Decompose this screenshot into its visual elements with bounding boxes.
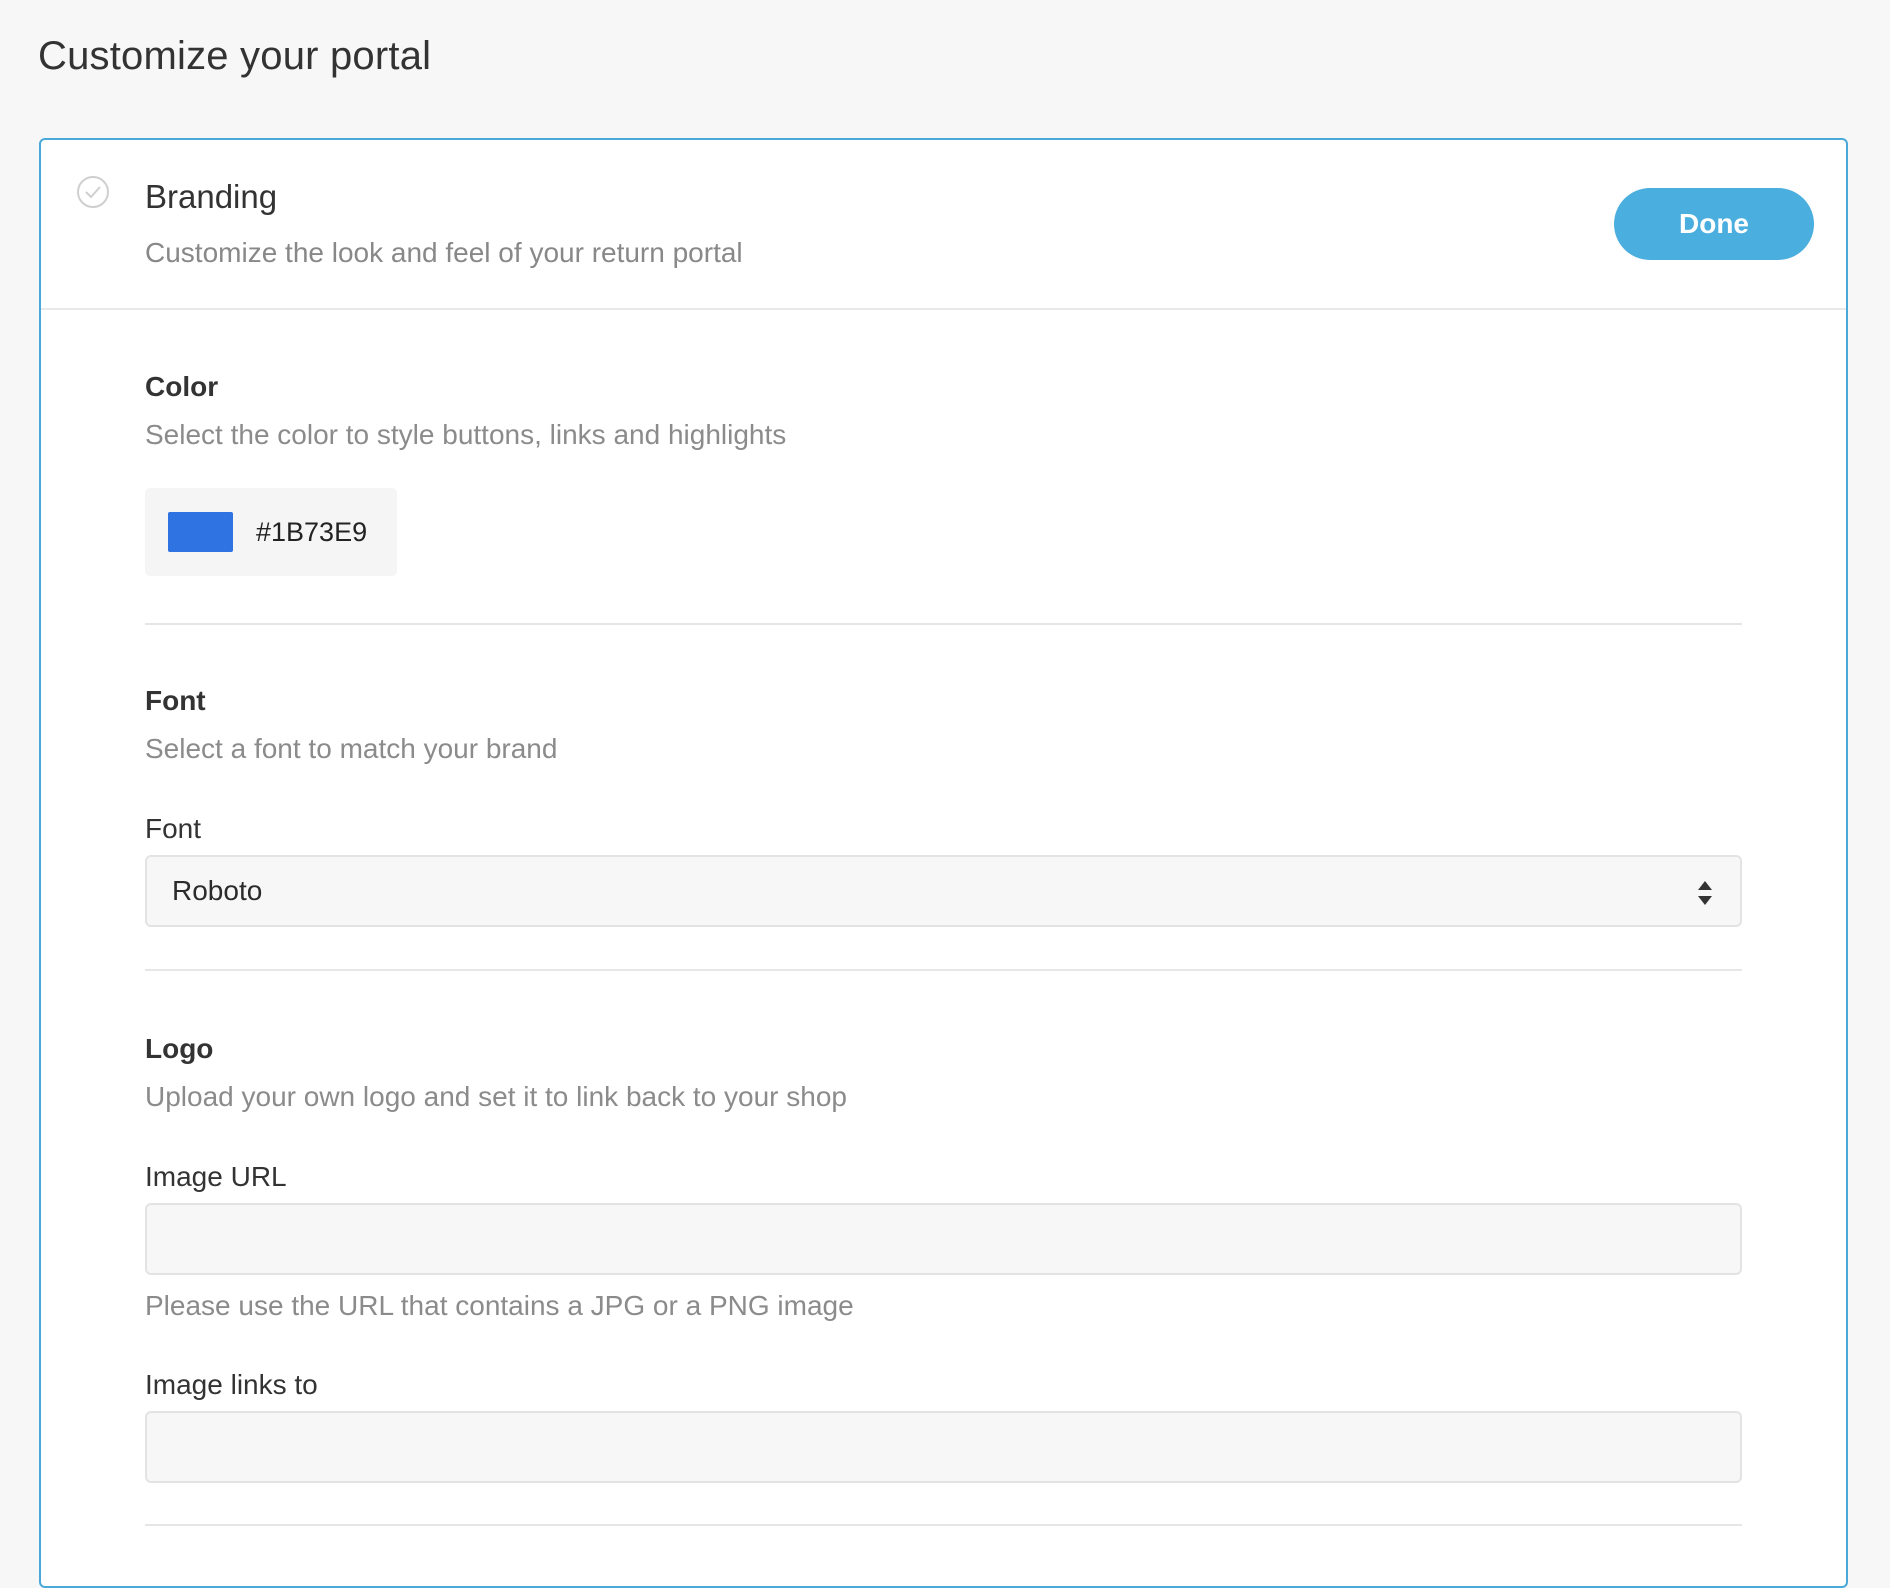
card-body: Color Select the color to style buttons,… [41, 310, 1846, 1526]
color-section: Color Select the color to style buttons,… [145, 310, 1742, 625]
branding-card: Branding Customize the look and feel of … [39, 138, 1848, 1588]
logo-section-title: Logo [145, 1033, 214, 1064]
color-picker[interactable]: #1B73E9 [145, 488, 397, 576]
image-url-label: Image URL [145, 1161, 287, 1192]
color-swatch[interactable] [168, 512, 233, 552]
image-url-help-text: Please use the URL that contains a JPG o… [145, 1290, 854, 1321]
image-links-label: Image links to [145, 1369, 318, 1400]
sort-arrows-icon [1698, 881, 1712, 905]
font-section: Font Select a font to match your brand F… [145, 625, 1742, 971]
font-section-title: Font [145, 685, 206, 716]
font-select-value: Roboto [172, 875, 263, 906]
logo-section: Logo Upload your own logo and set it to … [145, 971, 1742, 1526]
font-field-label: Font [145, 813, 202, 844]
image-links-input[interactable] [145, 1411, 1742, 1483]
page-title: Customize your portal [38, 34, 432, 78]
card-title: Branding [145, 178, 278, 215]
card-subtitle: Customize the look and feel of your retu… [145, 237, 743, 268]
done-button[interactable]: Done [1614, 188, 1814, 260]
color-section-description: Select the color to style buttons, links… [145, 419, 787, 450]
logo-section-description: Upload your own logo and set it to link … [145, 1081, 847, 1112]
card-header: Branding Customize the look and feel of … [41, 140, 1846, 310]
check-circle-icon [77, 176, 109, 208]
color-hex-value[interactable]: #1B73E9 [256, 517, 367, 548]
font-section-description: Select a font to match your brand [145, 733, 558, 764]
font-select[interactable]: Roboto [145, 855, 1742, 927]
color-section-title: Color [145, 371, 219, 402]
image-url-input[interactable] [145, 1203, 1742, 1275]
